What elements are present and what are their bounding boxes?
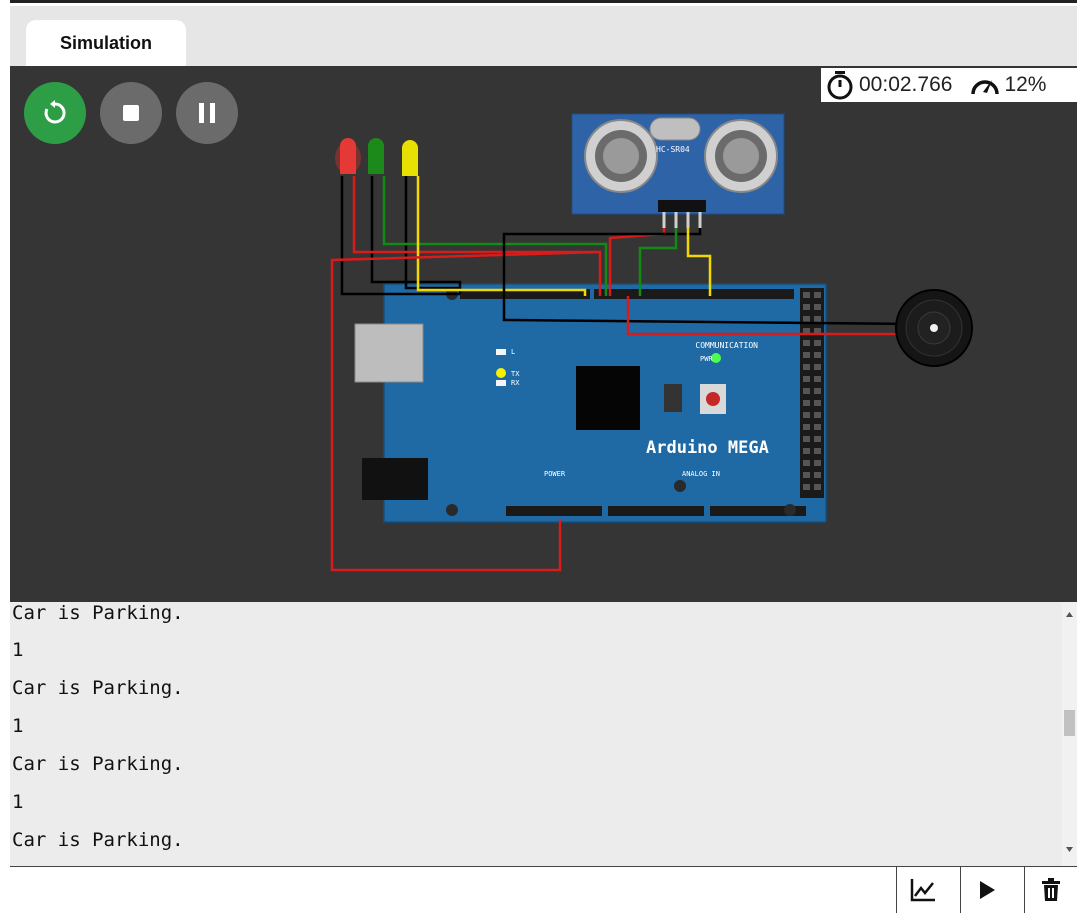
send-button[interactable] [960, 867, 1012, 913]
stop-icon [123, 105, 139, 121]
power-label: POWER [544, 470, 566, 478]
console-line: Car is Parking. [12, 753, 184, 775]
console-line: Car is Parking. [12, 677, 184, 699]
top-border [0, 0, 1077, 3]
trash-icon [1042, 878, 1060, 901]
console-line: 1 [12, 715, 24, 737]
stopwatch-icon [827, 71, 853, 100]
analog-label: ANALOG IN [682, 470, 720, 478]
buzzer[interactable] [895, 289, 973, 367]
app-frame: Simulation COMMUNICATION PWR L TX RX Ard… [0, 0, 1077, 913]
stop-button[interactable] [100, 82, 162, 144]
pause-button[interactable] [176, 82, 238, 144]
led-red[interactable] [335, 138, 361, 174]
clear-console-button[interactable] [1024, 867, 1077, 913]
pause-icon [199, 103, 215, 123]
sensor-label: HC-SR04 [656, 145, 690, 154]
serial-input[interactable] [10, 867, 895, 913]
speedometer-icon [971, 80, 1000, 95]
simulation-canvas[interactable]: COMMUNICATION PWR L TX RX Arduino MEGA P… [10, 66, 1077, 602]
communication-label: COMMUNICATION [695, 341, 758, 350]
console-line: 1 [12, 791, 24, 813]
plotter-button[interactable] [896, 867, 948, 913]
elapsed-time: 00:02.766 [859, 73, 953, 96]
scroll-thumb[interactable] [1064, 710, 1075, 736]
serial-monitor[interactable]: Car is Parking. 1 Car is Parking. 1 Car … [10, 602, 1062, 866]
serial-input-bar [10, 866, 1077, 913]
left-margin [0, 0, 10, 913]
tab-label: Simulation [59, 32, 152, 53]
circuit-schematic: COMMUNICATION PWR L TX RX Arduino MEGA P… [330, 113, 973, 572]
console-line: Car is Parking. [12, 602, 184, 624]
simulation-speed: 12% [1004, 73, 1047, 96]
tab-simulation[interactable]: Simulation [26, 20, 186, 66]
play-icon [979, 881, 995, 899]
tab-bar: Simulation [10, 6, 1077, 66]
console-line: 1 [12, 639, 24, 661]
led-yellow[interactable] [402, 140, 418, 176]
board-label: Arduino MEGA [646, 438, 769, 458]
restart-icon [44, 100, 66, 124]
tx-label: TX [511, 370, 520, 378]
restart-button[interactable] [24, 82, 86, 144]
pwr-label: PWR [700, 355, 713, 363]
scroll-down-arrow-icon[interactable] [1062, 844, 1077, 856]
rx-label: RX [511, 379, 520, 387]
scroll-up-arrow-icon[interactable] [1062, 608, 1077, 620]
console-scrollbar[interactable] [1062, 602, 1077, 866]
l-led-label: L [511, 348, 515, 356]
console-line: Car is Parking. [12, 829, 184, 851]
led-green[interactable] [368, 138, 384, 174]
simulation-status: 00:02.766 12% [821, 68, 1077, 102]
chart-line-icon [910, 879, 935, 902]
ultrasonic-sensor[interactable]: HC-SR04 [571, 113, 785, 228]
